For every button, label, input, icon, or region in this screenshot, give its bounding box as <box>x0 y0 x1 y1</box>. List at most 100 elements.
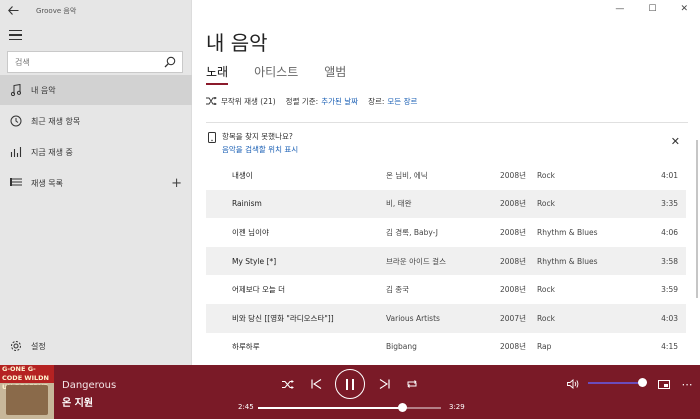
sidebar-item-label: 재생 목록 <box>31 178 63 188</box>
song-list: 내생이 온 님비, 에닉 2008년 Rock 4:01 Rainism 비, … <box>206 161 686 361</box>
settings-label: 설정 <box>31 341 46 351</box>
previous-track-icon[interactable] <box>307 375 325 393</box>
minimize-icon[interactable]: — <box>615 4 624 14</box>
maximize-icon[interactable]: ☐ <box>648 4 656 14</box>
table-row[interactable]: 비와 당신 [[영화 "라디오스타"]] Various Artists 200… <box>206 303 686 333</box>
sidebar-item-my-music[interactable]: 내 음악 <box>0 75 192 105</box>
song-duration: 3:58 <box>661 256 678 266</box>
sort-control[interactable]: 정렬 기준: 추가된 날짜 <box>286 96 358 107</box>
song-artist[interactable]: Bigbang <box>386 342 417 351</box>
song-genre: Rap <box>537 342 552 352</box>
song-duration: 4:06 <box>661 227 678 237</box>
song-title: 어제보다 오늘 더 <box>232 285 286 295</box>
playlist-icon <box>10 177 22 189</box>
close-icon[interactable]: ✕ <box>680 4 688 14</box>
album-art-text: G-ONE G-CODE WILDN UN RESERVE <box>0 365 54 391</box>
repeat-icon[interactable] <box>403 375 421 393</box>
song-title: 비와 당신 [[영화 "라디오스타"]] <box>232 313 334 323</box>
table-row[interactable]: 어제보다 오늘 더 김 종국 2008년 Rock 3:59 <box>206 275 686 304</box>
song-genre: Rhythm & Blues <box>537 256 598 266</box>
table-row[interactable]: My Style [*] 브라운 아이드 걸스 2008년 Rhythm & B… <box>206 246 686 276</box>
tab-bar: 노래 아티스트 앨범 <box>206 63 346 85</box>
sidebar-item-settings[interactable]: 설정 <box>0 331 192 361</box>
back-arrow-icon[interactable] <box>8 5 22 18</box>
player-bar: G-ONE G-CODE WILDN UN RESERVE Dangerous … <box>0 365 700 419</box>
add-playlist-icon[interactable]: + <box>171 176 182 191</box>
scrollbar[interactable] <box>696 140 698 298</box>
album-art-image <box>6 385 48 415</box>
table-row[interactable]: 이젠 님이야 김 경록, Baby-J 2008년 Rhythm & Blues… <box>206 218 686 247</box>
title-bar: Groove 음악 <box>0 0 191 22</box>
more-options-icon[interactable]: ⋯ <box>678 375 696 393</box>
shuffle-label: 무작위 재생 (21) <box>221 97 276 106</box>
genre-filter[interactable]: 장르: 모든 장르 <box>368 96 417 107</box>
dismiss-notice-icon[interactable]: ✕ <box>671 135 680 148</box>
pause-button[interactable] <box>335 369 365 399</box>
device-icon <box>208 132 216 146</box>
song-genre: Rhythm & Blues <box>537 227 598 237</box>
song-duration: 4:01 <box>661 170 678 180</box>
table-row[interactable]: 하루하루 Bigbang 2008년 Rap 4:15 <box>206 333 686 362</box>
song-year: 2007년 <box>500 313 526 323</box>
genre-prefix: 장르: <box>368 97 385 106</box>
sort-value[interactable]: 추가된 날짜 <box>321 96 358 107</box>
song-year: 2008년 <box>500 285 526 295</box>
sidebar-item-label: 지금 재생 중 <box>31 147 73 157</box>
sidebar-item-now-playing[interactable]: 지금 재생 중 <box>0 137 192 167</box>
song-artist[interactable]: 비, 태완 <box>386 198 411 209</box>
volume-slider[interactable] <box>588 378 647 387</box>
volume-thumb[interactable] <box>637 378 647 387</box>
volume-icon[interactable] <box>564 375 582 393</box>
seek-progress <box>258 407 403 409</box>
music-note-icon <box>10 84 22 96</box>
sidebar: Groove 음악 내 음악 최근 재생 항목 지금 재생 중 재생 목록 + <box>0 0 192 365</box>
hamburger-menu-icon[interactable] <box>9 30 22 43</box>
sidebar-item-label: 내 음악 <box>31 85 56 95</box>
seek-thumb[interactable] <box>398 403 408 412</box>
now-playing-title[interactable]: Dangerous <box>62 380 116 391</box>
song-duration: 4:03 <box>661 313 678 323</box>
song-artist[interactable]: 김 경록, Baby-J <box>386 227 438 238</box>
table-row[interactable]: Rainism 비, 태완 2008년 Rock 3:35 <box>206 189 686 219</box>
now-playing-artist[interactable]: 온 지원 <box>62 394 93 409</box>
app-title: Groove 음악 <box>36 7 77 15</box>
clock-icon <box>10 115 22 127</box>
sidebar-item-label: 최근 재생 항목 <box>31 116 81 126</box>
song-duration: 4:15 <box>661 342 678 352</box>
tab-songs[interactable]: 노래 <box>206 63 229 85</box>
shuffle-icon <box>206 96 217 107</box>
shuffle-all-button[interactable]: 무작위 재생 (21) <box>206 96 276 107</box>
total-time: 3:29 <box>449 403 465 411</box>
next-track-icon[interactable] <box>375 375 393 393</box>
song-title: My Style [*] <box>232 256 277 266</box>
table-row[interactable]: 내생이 온 님비, 에닉 2008년 Rock 4:01 <box>206 161 686 190</box>
volume-level <box>588 382 642 384</box>
seek-slider[interactable] <box>258 403 441 412</box>
search-input[interactable] <box>15 57 155 67</box>
mini-view-icon[interactable] <box>655 375 673 393</box>
song-genre: Rock <box>537 170 555 180</box>
shuffle-icon[interactable] <box>279 375 297 393</box>
page-title: 내 음악 <box>206 31 268 55</box>
toolbar: 무작위 재생 (21) 정렬 기준: 추가된 날짜 장르: 모든 장르 <box>206 96 427 107</box>
song-year: 2008년 <box>500 256 526 266</box>
show-locations-link[interactable]: 음악을 검색할 위치 표시 <box>222 144 298 155</box>
song-artist[interactable]: Various Artists <box>386 314 440 323</box>
song-duration: 3:35 <box>661 199 678 209</box>
search-box[interactable] <box>7 51 183 73</box>
genre-value[interactable]: 모든 장르 <box>387 96 417 107</box>
song-title: Rainism <box>232 199 262 209</box>
song-artist[interactable]: 온 님비, 에닉 <box>386 170 428 181</box>
tab-artists[interactable]: 아티스트 <box>254 63 298 85</box>
song-title: 내생이 <box>232 170 253 180</box>
album-art[interactable]: G-ONE G-CODE WILDN UN RESERVE <box>0 365 54 419</box>
tab-albums[interactable]: 앨범 <box>324 63 346 85</box>
song-title: 하루하루 <box>232 342 260 352</box>
song-artist[interactable]: 김 종국 <box>386 284 409 295</box>
sidebar-item-playlists[interactable]: 재생 목록 + <box>0 168 192 198</box>
missing-music-notice: 항목을 찾지 못했나요? 음악을 검색할 위치 표시 ✕ <box>206 130 686 158</box>
song-artist[interactable]: 브라운 아이드 걸스 <box>386 256 446 267</box>
sidebar-item-recent[interactable]: 최근 재생 항목 <box>0 106 192 136</box>
song-genre: Rock <box>537 285 555 295</box>
search-icon[interactable] <box>164 56 176 71</box>
